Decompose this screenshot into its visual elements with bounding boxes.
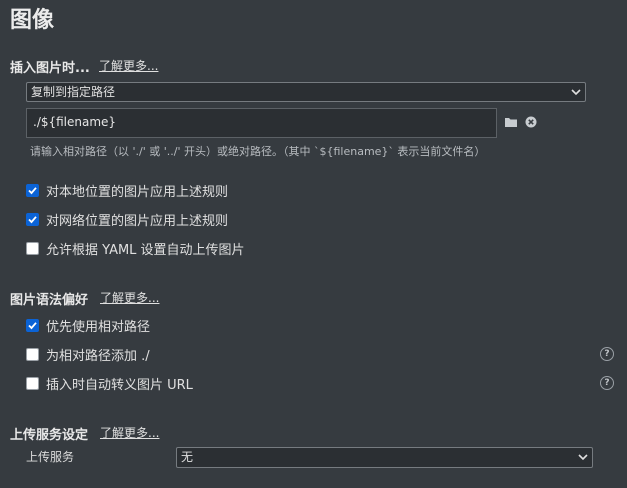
clear-icon[interactable] <box>525 116 537 128</box>
path-hint-text: 请输入相对路径（以 './' 或 '../' 开头）或绝对路径。（其中 `${f… <box>30 145 486 158</box>
checkbox-box[interactable] <box>26 242 39 255</box>
checkbox-box[interactable] <box>26 213 39 226</box>
checkmark-icon <box>28 322 37 330</box>
insert-image-action-select[interactable]: 复制到指定路径 <box>26 82 586 102</box>
checkbox-box[interactable] <box>26 184 39 197</box>
checkbox-box[interactable] <box>26 348 39 361</box>
upload-section-title: 上传服务设定 <box>10 428 89 443</box>
apply-network-images-checkbox[interactable]: 对网络位置的图片应用上述规则 <box>26 210 228 229</box>
syntax-pref-section-title: 图片语法偏好 <box>10 293 89 308</box>
page-title: 图像 <box>10 8 55 33</box>
syntax-pref-learn-more-link[interactable]: 了解更多... <box>100 289 159 306</box>
help-icon[interactable]: ? <box>600 376 614 390</box>
folder-icon[interactable] <box>504 116 518 128</box>
checkbox-label: 插入时自动转义图片 URL <box>46 378 193 393</box>
chevron-down-icon <box>571 89 581 96</box>
checkbox-label: 为相对路径添加 ./ <box>46 349 150 364</box>
upload-service-select[interactable]: 无 <box>176 447 593 468</box>
insert-image-learn-more-link[interactable]: 了解更多... <box>99 57 158 74</box>
image-path-input[interactable]: ./${filename} <box>26 108 497 138</box>
upload-learn-more-link[interactable]: 了解更多... <box>100 424 159 441</box>
help-icon[interactable]: ? <box>600 347 614 361</box>
insert-image-action-value: 复制到指定路径 <box>31 85 116 99</box>
checkbox-label: 优先使用相对路径 <box>46 320 151 335</box>
apply-local-images-checkbox[interactable]: 对本地位置的图片应用上述规则 <box>26 181 228 200</box>
checkmark-icon <box>28 216 37 224</box>
checkmark-icon <box>28 187 37 195</box>
upload-service-value: 无 <box>181 450 194 464</box>
escape-image-url-checkbox[interactable]: 插入时自动转义图片 URL <box>26 374 193 393</box>
image-path-value: ./${filename} <box>33 115 117 129</box>
add-dot-slash-checkbox[interactable]: 为相对路径添加 ./ <box>26 345 150 364</box>
upload-service-label: 上传服务 <box>26 450 75 464</box>
checkbox-box[interactable] <box>26 377 39 390</box>
checkbox-label: 对网络位置的图片应用上述规则 <box>46 214 229 229</box>
checkbox-label: 允许根据 YAML 设置自动上传图片 <box>46 243 245 258</box>
prefer-relative-path-checkbox[interactable]: 优先使用相对路径 <box>26 316 150 335</box>
chevron-down-icon <box>578 454 588 461</box>
checkbox-box[interactable] <box>26 319 39 332</box>
yaml-auto-upload-checkbox[interactable]: 允许根据 YAML 设置自动上传图片 <box>26 239 245 258</box>
checkbox-label: 对本地位置的图片应用上述规则 <box>46 185 229 200</box>
insert-image-section-title: 插入图片时... <box>10 61 90 76</box>
